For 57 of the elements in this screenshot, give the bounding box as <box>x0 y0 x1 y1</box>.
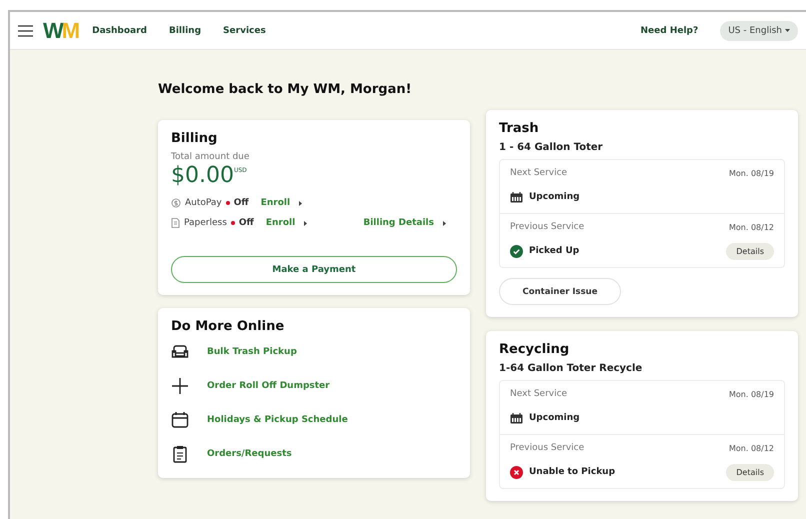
card-title: Recycling <box>499 342 570 357</box>
service-status: Upcoming <box>529 192 580 202</box>
details-button[interactable]: Details <box>726 464 774 480</box>
service-status: Unable to Pickup <box>529 467 616 477</box>
check-circle-icon <box>510 244 523 258</box>
service-date: Mon. 08/19 <box>728 390 774 398</box>
setting-status: Off <box>234 198 249 208</box>
service-status: Upcoming <box>529 413 580 423</box>
make-payment-button[interactable]: Make a Payment <box>171 256 457 283</box>
caret-icon <box>785 29 790 32</box>
caret-icon <box>303 220 308 226</box>
service-label: Previous Service <box>510 443 584 453</box>
service-label: Previous Service <box>510 222 584 232</box>
calendar-icon <box>510 192 523 202</box>
clipboard-icon <box>171 445 189 463</box>
menu-icon[interactable] <box>18 24 33 36</box>
document-icon <box>171 218 180 228</box>
setting-label: AutoPay <box>185 198 222 208</box>
container-label: 1-64 Gallon Toter Recycle <box>499 363 644 374</box>
calendar-icon <box>510 412 523 424</box>
card-title: Do More Online <box>171 319 286 334</box>
caret-icon <box>298 200 304 206</box>
card-title: Billing <box>171 131 218 146</box>
setting-label: Paperless <box>184 218 227 228</box>
details-button[interactable]: Details <box>726 242 774 260</box>
service-date: Mon. 08/12 <box>728 222 774 232</box>
enroll-link[interactable]: Enroll <box>260 198 290 208</box>
service-link[interactable]: Orders/Requests <box>207 449 292 459</box>
service-date: Mon. 08/19 <box>728 168 774 178</box>
billing-details-link[interactable]: Billing Details <box>363 218 434 228</box>
service-link[interactable]: Holidays & Pickup Schedule <box>207 415 348 425</box>
nav-link[interactable]: Dashboard <box>92 26 147 36</box>
plus-icon <box>171 377 189 395</box>
amount-due: $0.00 <box>171 163 234 188</box>
service-label: Next Service <box>510 168 568 178</box>
logo[interactable]: WM <box>43 18 78 44</box>
service-status: Picked Up <box>529 246 580 256</box>
service-link[interactable]: Bulk Trash Pickup <box>207 347 297 357</box>
card-title: Trash <box>499 121 540 136</box>
service-label: Next Service <box>510 389 568 399</box>
dollar-cycle-icon <box>171 198 181 208</box>
nav-link[interactable]: Services <box>223 26 266 36</box>
container-label: 1 - 64 Gallon Toter <box>499 142 604 153</box>
container-issue-button[interactable]: Container Issue <box>499 278 621 305</box>
nav-link[interactable]: Billing <box>168 26 202 36</box>
enroll-link[interactable]: Enroll <box>266 218 296 228</box>
service-link[interactable]: Order Roll Off Dumpster <box>207 381 330 391</box>
caret-icon <box>442 220 447 226</box>
setting-status: Off <box>238 218 254 228</box>
service-date: Mon. 08/12 <box>728 444 774 452</box>
error-circle-icon <box>510 466 523 478</box>
language-dropdown[interactable]: US - English <box>720 20 798 40</box>
welcome-heading: Welcome back to My WM, Morgan! <box>158 82 413 97</box>
couch-icon <box>171 344 189 360</box>
help-link[interactable]: Need Help? <box>640 26 698 36</box>
amount-label: Total amount due <box>171 152 250 162</box>
calendar-icon <box>171 411 189 429</box>
